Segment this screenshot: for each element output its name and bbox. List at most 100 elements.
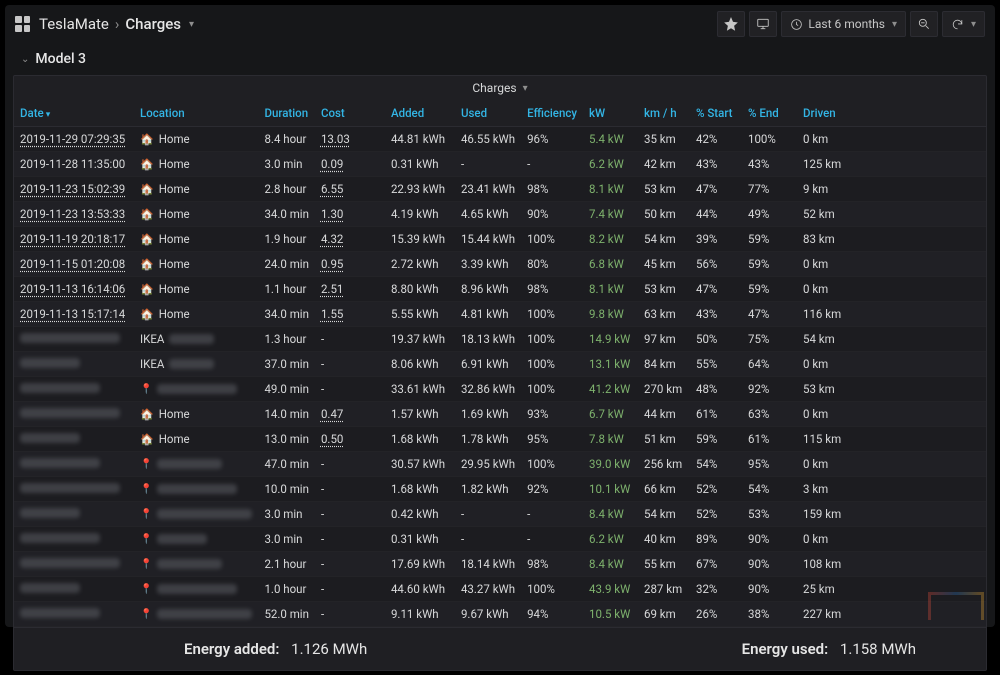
cell-location[interactable]: 🏠Home <box>140 432 252 446</box>
cell-added: 44.60 kWh <box>391 582 445 596</box>
cell-location[interactable]: 🏠Home <box>140 282 252 296</box>
cell-pct-start: 43% <box>696 307 717 321</box>
cell-cost[interactable]: 0.09 <box>321 157 343 171</box>
cell-efficiency: - <box>527 532 530 546</box>
cell-cost: - <box>321 482 324 496</box>
cell-location[interactable]: 🏠Home <box>140 207 252 221</box>
col-added[interactable]: Added <box>385 100 455 127</box>
cell-used: 1.82 kWh <box>461 482 509 496</box>
cell-used: 43.27 kWh <box>461 582 515 596</box>
cell-driven: 0 km <box>803 257 828 271</box>
cell-added: 17.69 kWh <box>391 557 445 571</box>
table-row: 📍10.0 min-1.68 kWh1.82 kWh92%10.1 kW66 k… <box>14 477 986 502</box>
cell-added: 0.42 kWh <box>391 507 439 521</box>
cell-kw: 7.8 kW <box>589 432 624 446</box>
cell-used: 18.14 kWh <box>461 557 515 571</box>
cell-location[interactable]: 🏠Home <box>140 407 252 421</box>
time-range-picker[interactable]: Last 6 months ▾ <box>781 11 906 37</box>
cell-location[interactable]: IKEA <box>140 357 252 371</box>
cell-pct-end: 47% <box>748 307 769 321</box>
col-kw[interactable]: kW <box>583 100 638 127</box>
cell-cost[interactable]: 13.03 <box>321 132 350 146</box>
star-button[interactable] <box>717 11 745 37</box>
cell-date[interactable]: 2019-11-29 07:29:35 <box>20 132 125 146</box>
cell-cost[interactable]: 6.55 <box>321 182 343 196</box>
section-header[interactable]: ⌄ Model 3 <box>9 43 991 75</box>
cell-location[interactable]: 🏠Home <box>140 132 252 146</box>
cell-cost[interactable]: 0.95 <box>321 257 343 271</box>
col-efficiency[interactable]: Efficiency <box>521 100 583 127</box>
cell-driven: 116 km <box>803 307 841 321</box>
home-icon: 🏠 <box>140 208 154 221</box>
cell-date[interactable]: 2019-11-23 15:02:39 <box>20 182 125 196</box>
col-pct-end[interactable]: % End <box>742 100 797 127</box>
cell-kw: 14.9 kW <box>589 332 630 346</box>
cell-cost[interactable]: 1.30 <box>321 207 343 221</box>
table-row: 2019-11-19 20:18:17🏠Home1.9 hour4.3215.3… <box>14 227 986 252</box>
refresh-icon <box>951 18 964 31</box>
location-label: Home <box>159 307 190 321</box>
breadcrumb-page[interactable]: Charges <box>125 15 181 33</box>
cell-location[interactable]: 🏠Home <box>140 182 252 196</box>
cell-kw: 43.9 kW <box>589 582 630 596</box>
location-label: Home <box>159 157 190 171</box>
col-used[interactable]: Used <box>455 100 521 127</box>
cell-duration: 34.0 min <box>264 307 309 321</box>
apps-icon[interactable] <box>15 16 31 32</box>
refresh-button[interactable]: ▾ <box>942 11 985 37</box>
cell-date[interactable]: 2019-11-19 20:18:17 <box>20 232 125 246</box>
monitor-button[interactable] <box>749 11 777 37</box>
cell-cost[interactable]: 4.32 <box>321 232 343 246</box>
cell-location[interactable]: 📍 <box>140 559 252 570</box>
panel-title[interactable]: Charges ▾ <box>14 76 986 100</box>
pin-icon: 📍 <box>140 384 152 395</box>
cell-location[interactable]: 📍 <box>140 384 252 395</box>
col-driven[interactable]: Driven <box>797 100 986 127</box>
cell-location[interactable]: 🏠Home <box>140 307 252 321</box>
cell-date[interactable]: 2019-11-13 16:14:06 <box>20 282 125 296</box>
cell-cost[interactable]: 0.47 <box>321 407 343 421</box>
col-date[interactable]: Date▾ <box>14 100 134 127</box>
redacted <box>20 408 120 418</box>
pin-icon: 📍 <box>140 584 152 595</box>
cell-date[interactable]: 2019-11-15 01:20:08 <box>20 257 125 271</box>
energy-added-label: Energy added: <box>184 640 279 658</box>
table-row: 🏠Home13.0 min0.501.68 kWh1.78 kWh95%7.8 … <box>14 427 986 452</box>
cell-cost[interactable]: 2.51 <box>321 282 343 296</box>
location-label: Home <box>159 132 190 146</box>
cell-location[interactable]: 🏠Home <box>140 257 252 271</box>
location-label: Home <box>159 282 190 296</box>
redacted <box>20 483 120 493</box>
col-duration[interactable]: Duration <box>258 100 315 127</box>
cell-location[interactable]: 📍 <box>140 609 252 620</box>
cell-pct-start: 59% <box>696 432 717 446</box>
cell-location[interactable]: 📍 <box>140 534 252 545</box>
cell-cost: - <box>321 382 324 396</box>
cell-date[interactable]: 2019-11-23 13:53:33 <box>20 207 125 221</box>
redacted <box>20 508 80 518</box>
cell-duration: 3.0 min <box>264 532 302 546</box>
cell-added: 19.37 kWh <box>391 332 445 346</box>
cell-location[interactable]: 📍 <box>140 459 252 470</box>
cell-location[interactable]: 📍 <box>140 509 252 520</box>
table-row: IKEA1.3 hour-19.37 kWh18.13 kWh100%14.9 … <box>14 327 986 352</box>
col-cost[interactable]: Cost <box>315 100 385 127</box>
cell-location[interactable]: 📍 <box>140 584 252 595</box>
col-location[interactable]: Location <box>134 100 258 127</box>
cell-location[interactable]: 📍 <box>140 484 252 495</box>
cell-location[interactable]: 🏠Home <box>140 157 252 171</box>
cell-cost[interactable]: 1.55 <box>321 307 343 321</box>
cell-date[interactable]: 2019-11-13 15:17:14 <box>20 307 125 321</box>
cell-location[interactable]: 🏠Home <box>140 232 252 246</box>
chevron-down-icon[interactable]: ▾ <box>189 19 194 30</box>
cell-efficiency: 100% <box>527 307 555 321</box>
cell-kw: 8.1 kW <box>589 182 624 196</box>
cell-driven: 0 km <box>803 132 828 146</box>
cell-location[interactable]: IKEA <box>140 332 252 346</box>
cell-driven: 108 km <box>803 557 841 571</box>
col-kmh[interactable]: km / h <box>638 100 690 127</box>
cell-cost[interactable]: 0.50 <box>321 432 343 446</box>
col-pct-start[interactable]: % Start <box>690 100 742 127</box>
breadcrumb-root[interactable]: TeslaMate <box>39 15 109 33</box>
zoom-out-button[interactable] <box>910 11 938 37</box>
